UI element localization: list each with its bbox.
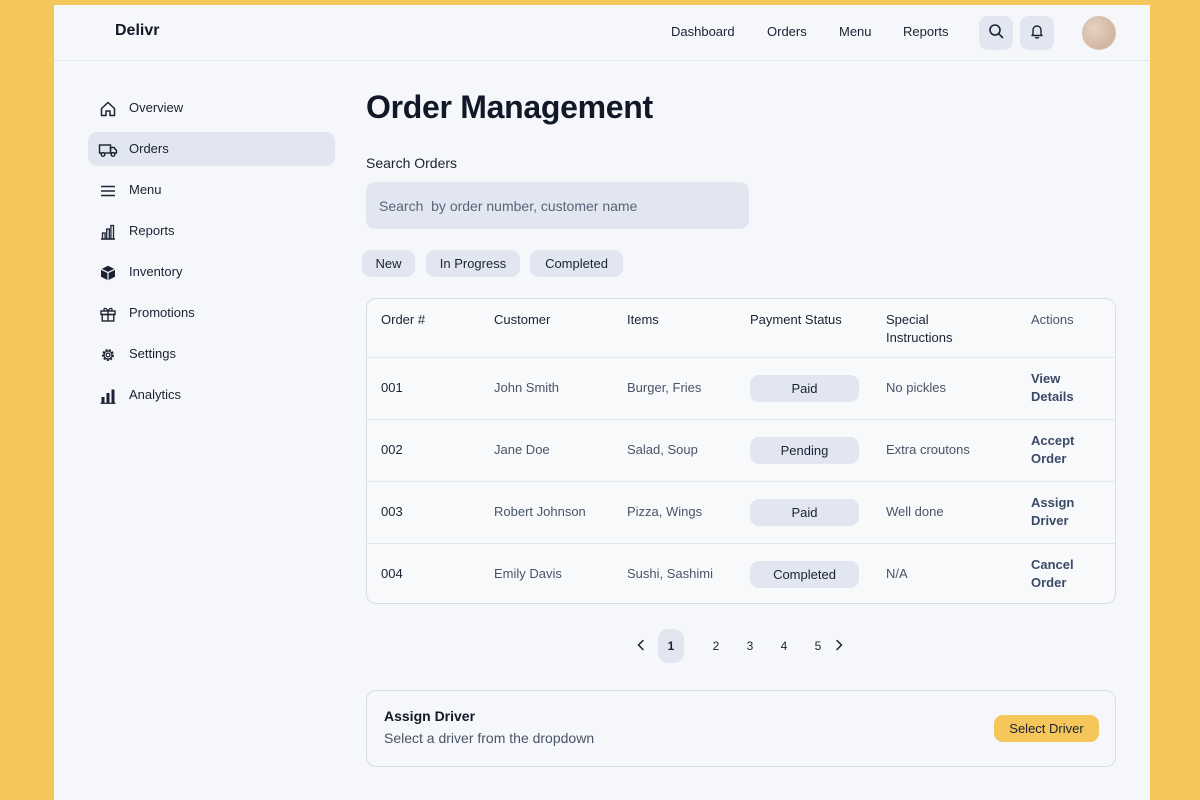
prev-page-button[interactable] <box>632 629 650 663</box>
search-input[interactable] <box>366 182 749 229</box>
column-header-order: Order # <box>381 312 426 327</box>
brand-logo[interactable]: Delivr <box>115 22 159 40</box>
column-header-actions: Actions <box>1031 312 1074 327</box>
order-number: 004 <box>381 566 403 581</box>
order-number: 002 <box>381 442 403 457</box>
sidebar-item-label: Menu <box>129 182 162 197</box>
bar-chart-icon <box>98 222 118 242</box>
search-label: Search Orders <box>366 155 458 171</box>
special-instructions: Well done <box>886 504 944 519</box>
special-instructions: No pickles <box>886 380 946 395</box>
search-icon <box>988 23 1004 44</box>
filter-in-progress[interactable]: In Progress <box>426 250 520 277</box>
customer-name: Emily Davis <box>494 566 562 581</box>
sidebar-item-reports[interactable]: Reports <box>88 214 335 248</box>
box-icon <box>98 263 118 283</box>
topnav-orders[interactable]: Orders <box>767 24 807 39</box>
page-title: Order Management <box>366 89 653 125</box>
search-button[interactable] <box>979 16 1013 50</box>
sidebar-item-label: Settings <box>129 346 176 361</box>
sidebar-item-label: Orders <box>129 141 169 156</box>
assign-driver-link[interactable]: Assign Driver <box>1031 494 1101 530</box>
app-window: Delivr Dashboard Orders Menu Reports Ove… <box>54 5 1150 800</box>
page-4-button[interactable]: 4 <box>775 629 793 663</box>
column-header-payment-status: Payment Status <box>750 312 842 327</box>
column-header-items: Items <box>627 312 659 327</box>
customer-name: John Smith <box>494 380 560 395</box>
notifications-button[interactable] <box>1020 16 1054 50</box>
column-header-special-instructions: Special Instructions <box>886 312 953 345</box>
order-items: Salad, Soup <box>627 442 698 457</box>
topnav-menu[interactable]: Menu <box>839 24 872 39</box>
page-2-button[interactable]: 2 <box>707 629 725 663</box>
sidebar-item-settings[interactable]: Settings <box>88 337 335 371</box>
chevron-left-icon <box>636 639 646 654</box>
topnav-dashboard[interactable]: Dashboard <box>671 24 735 39</box>
page-3-button[interactable]: 3 <box>741 629 759 663</box>
table-row: 004 Emily Davis Sushi, Sashimi Completed… <box>367 543 1115 603</box>
chevron-right-icon <box>834 639 844 654</box>
view-details-link[interactable]: View Details <box>1031 370 1101 406</box>
next-page-button[interactable] <box>830 629 848 663</box>
sidebar-item-label: Analytics <box>129 387 182 402</box>
table-row: 002 Jane Doe Salad, Soup Pending Extra c… <box>367 419 1115 481</box>
customer-name: Robert Johnson <box>494 504 586 519</box>
special-instructions: N/A <box>886 566 908 581</box>
accept-order-link[interactable]: Accept Order <box>1031 432 1101 468</box>
card-title: Assign Driver <box>384 708 476 724</box>
table-row: 003 Robert Johnson Pizza, Wings Paid Wel… <box>367 481 1115 543</box>
status-badge: Pending <box>750 437 859 464</box>
status-badge: Completed <box>750 561 859 588</box>
customer-name: Jane Doe <box>494 442 550 457</box>
filter-completed[interactable]: Completed <box>530 250 623 277</box>
sidebar-item-menu[interactable]: Menu <box>88 173 335 207</box>
order-items: Sushi, Sashimi <box>627 566 713 581</box>
order-number: 001 <box>381 380 403 395</box>
page-5-button[interactable]: 5 <box>809 629 827 663</box>
sidebar-item-label: Inventory <box>129 264 183 279</box>
status-badge: Paid <box>750 375 859 402</box>
page-1-button[interactable]: 1 <box>658 629 684 663</box>
sidebar-item-analytics[interactable]: Analytics <box>88 378 335 412</box>
cancel-order-link[interactable]: Cancel Order <box>1031 556 1101 592</box>
order-number: 003 <box>381 504 403 519</box>
sidebar-item-overview[interactable]: Overview <box>88 91 335 125</box>
select-driver-button[interactable]: Select Driver <box>994 715 1099 742</box>
topnav-reports[interactable]: Reports <box>903 24 949 39</box>
assign-driver-card: Assign Driver Select a driver from the d… <box>366 690 1116 767</box>
filter-new[interactable]: New <box>362 250 415 277</box>
table-row: 001 John Smith Burger, Fries Paid No pic… <box>367 357 1115 419</box>
sidebar-item-inventory[interactable]: Inventory <box>88 255 335 289</box>
menu-icon <box>98 181 118 201</box>
gift-icon <box>98 304 118 324</box>
card-subtitle: Select a driver from the dropdown <box>384 730 595 746</box>
top-bar: Delivr Dashboard Orders Menu Reports <box>54 5 1150 61</box>
avatar[interactable] <box>1082 16 1116 50</box>
sidebar-item-label: Reports <box>129 223 175 238</box>
status-badge: Paid <box>750 499 859 526</box>
sidebar-item-promotions[interactable]: Promotions <box>88 296 335 330</box>
special-instructions: Extra croutons <box>886 442 970 457</box>
bell-icon <box>1029 23 1045 44</box>
sidebar-item-label: Promotions <box>129 305 195 320</box>
analytics-icon <box>98 386 118 406</box>
sidebar-item-orders[interactable]: Orders <box>88 132 335 166</box>
truck-icon <box>98 140 118 160</box>
order-items: Pizza, Wings <box>627 504 703 519</box>
orders-table: Order # Customer Items Payment Status Sp… <box>366 298 1116 604</box>
sidebar-item-label: Overview <box>129 100 184 115</box>
gear-icon <box>98 345 118 365</box>
home-icon <box>98 99 118 119</box>
order-items: Burger, Fries <box>627 380 702 395</box>
column-header-customer: Customer <box>494 312 551 327</box>
